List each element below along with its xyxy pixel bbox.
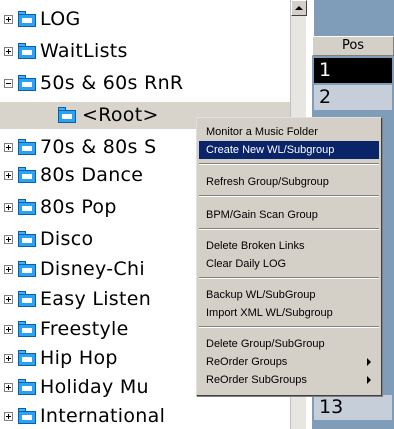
expand-plus-icon[interactable] [4, 171, 13, 180]
folder-icon [18, 75, 36, 91]
tree-item-label: Holiday Mu [40, 376, 149, 398]
expand-plus-icon[interactable] [4, 412, 13, 421]
folder-icon [18, 321, 36, 337]
tree-item-50s-60s-rnr[interactable]: 50s & 60s RnR [0, 70, 290, 97]
tree-item-label: Freestyle [40, 318, 129, 340]
collapse-minus-icon[interactable] [4, 79, 13, 88]
menu-item-reorder-groups[interactable]: ReOrder Groups [199, 353, 379, 371]
folder-icon [18, 199, 36, 215]
expand-plus-icon[interactable] [4, 235, 13, 244]
folder-icon [58, 107, 76, 123]
expand-plus-icon[interactable] [4, 47, 13, 56]
grid-row[interactable]: 2 [314, 85, 392, 110]
expand-plus-icon[interactable] [4, 354, 13, 363]
menu-item-delete-group[interactable]: Delete Group/SubGroup [199, 335, 379, 353]
grid-row[interactable]: 13 [314, 395, 392, 420]
menu-item-create-new-wl[interactable]: Create New WL/Subgroup [199, 141, 379, 159]
menu-separator [199, 277, 379, 279]
folder-icon [18, 291, 36, 307]
column-header-pos[interactable]: Pos [312, 36, 394, 56]
tree-item-label: Easy Listen [40, 288, 152, 310]
scroll-up-arrow-icon[interactable] [291, 0, 307, 16]
menu-separator [199, 163, 379, 165]
menu-separator [199, 228, 379, 230]
expand-plus-icon[interactable] [4, 325, 13, 334]
context-menu: Monitor a Music Folder Create New WL/Sub… [196, 117, 382, 396]
folder-icon [18, 231, 36, 247]
expand-plus-icon[interactable] [4, 143, 13, 152]
menu-item-monitor-folder[interactable]: Monitor a Music Folder [199, 123, 379, 141]
tree-item-label: Disco [40, 228, 94, 250]
submenu-arrow-icon [367, 358, 371, 366]
menu-item-clear-daily-log[interactable]: Clear Daily LOG [199, 255, 379, 273]
folder-icon [18, 350, 36, 366]
folder-icon [18, 167, 36, 183]
folder-icon [18, 379, 36, 395]
menu-item-bpm-gain-scan[interactable]: BPM/Gain Scan Group [199, 206, 379, 224]
tree-item-label: <Root> [82, 104, 159, 126]
menu-item-backup-wl[interactable]: Backup WL/SubGroup [199, 286, 379, 304]
tree-item-label: WaitLists [40, 40, 128, 62]
grid-row[interactable]: 1 [314, 58, 392, 83]
tree-item-label: LOG [40, 8, 81, 30]
tree-item-label: 70s & 80s S [40, 136, 157, 158]
folder-icon [18, 43, 36, 59]
folder-icon [18, 11, 36, 27]
tree-item-label: Disney-Chi [40, 258, 145, 280]
expand-plus-icon[interactable] [4, 265, 13, 274]
tree-item-log[interactable]: LOG [0, 6, 290, 33]
menu-item-refresh-group[interactable]: Refresh Group/Subgroup [199, 173, 379, 191]
expand-plus-icon[interactable] [4, 15, 13, 24]
menu-item-reorder-subgroups[interactable]: ReOrder SubGroups [199, 371, 379, 389]
tree-item-international[interactable]: International [0, 403, 290, 429]
submenu-arrow-icon [367, 376, 371, 384]
tree-item-waitlists[interactable]: WaitLists [0, 38, 290, 65]
grid-toolbar-area [312, 0, 394, 36]
menu-item-label: ReOrder SubGroups [206, 374, 307, 386]
menu-item-delete-broken-links[interactable]: Delete Broken Links [199, 237, 379, 255]
menu-item-label: ReOrder Groups [206, 356, 288, 368]
folder-icon [18, 408, 36, 424]
folder-icon [18, 139, 36, 155]
expand-plus-icon[interactable] [4, 295, 13, 304]
tree-item-label: 80s Dance [40, 164, 144, 186]
folder-icon [18, 261, 36, 277]
tree-item-label: 80s Pop [40, 196, 117, 218]
tree-item-label: International [40, 405, 166, 427]
menu-separator [199, 195, 379, 197]
tree-item-label: 50s & 60s RnR [40, 72, 184, 94]
tree-item-label: Hip Hop [40, 347, 118, 369]
expand-plus-icon[interactable] [4, 383, 13, 392]
expand-plus-icon[interactable] [4, 203, 13, 212]
menu-separator [199, 326, 379, 328]
menu-item-import-xml[interactable]: Import XML WL/Subgroup [199, 304, 379, 322]
